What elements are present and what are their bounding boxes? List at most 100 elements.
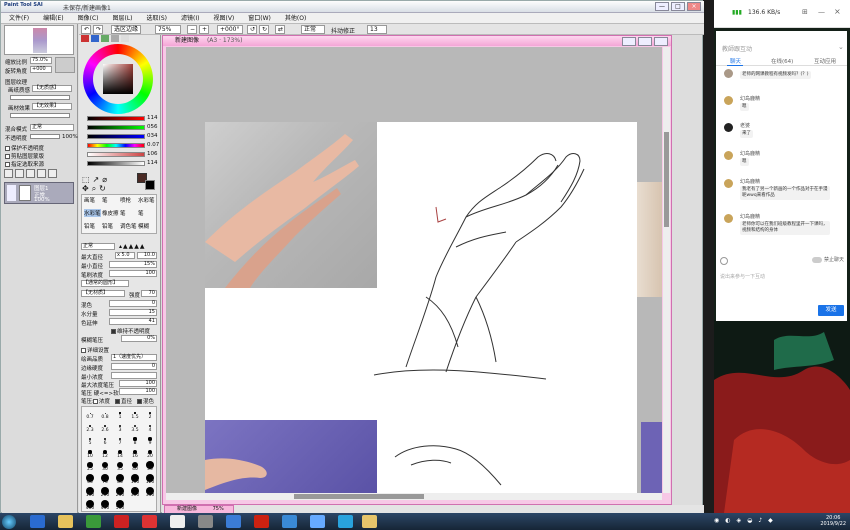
- brush-size-preset[interactable]: 300: [128, 486, 142, 498]
- pressure-blend-checkbox[interactable]: 混色: [137, 397, 154, 405]
- paper-texture-slider[interactable]: [10, 95, 70, 100]
- detail-settings-toggle[interactable]: 详细设置: [81, 346, 109, 354]
- texture-strength-value[interactable]: 70: [141, 290, 157, 297]
- zoom-in-icon[interactable]: +: [199, 25, 209, 34]
- minimize-button[interactable]: —: [655, 2, 669, 11]
- blend-mode-select[interactable]: 正常: [30, 124, 74, 131]
- brush-size-preset[interactable]: 8: [128, 434, 142, 446]
- select-edge-toggle[interactable]: 选区边缘: [111, 25, 141, 34]
- menu-other[interactable]: 其他(O): [285, 13, 306, 23]
- min-size-slider[interactable]: 15%: [109, 261, 157, 268]
- brush-size-preset[interactable]: 10: [83, 447, 97, 459]
- brush-size-preset[interactable]: 12: [98, 447, 112, 459]
- tray-icons[interactable]: ◉◐◈◒♪◆: [714, 517, 779, 524]
- netease-icon[interactable]: [254, 515, 269, 528]
- brush-size-preset[interactable]: 1.5: [128, 408, 142, 420]
- brush-size-preset[interactable]: 30: [98, 460, 112, 472]
- brush-shape-select[interactable]: 【通常的圆形】: [81, 280, 129, 287]
- quick-tools[interactable]: ⬚↗⌀ ✥⌕↻: [82, 175, 134, 193]
- brush-size-preset[interactable]: 3.5: [128, 421, 142, 433]
- color-wheel-icon[interactable]: [81, 35, 89, 42]
- brush-size-preset[interactable]: 50: [143, 460, 157, 472]
- rgb-slider-icon[interactable]: [91, 35, 99, 42]
- brush-size-preset[interactable]: 250: [113, 486, 127, 498]
- density-slider[interactable]: 100: [109, 270, 157, 277]
- horizontal-scroll-thumb[interactable]: [294, 494, 424, 499]
- brush-size-preset[interactable]: 80: [113, 473, 127, 485]
- pressure-density-checkbox[interactable]: 浓度: [93, 397, 110, 405]
- brush-size-preset[interactable]: 20: [143, 447, 157, 459]
- vertical-scrollbar[interactable]: [663, 47, 670, 493]
- tool-blur[interactable]: 模糊: [138, 222, 149, 230]
- brush-size-preset[interactable]: 6: [98, 434, 112, 446]
- tool-pen[interactable]: 笔: [102, 196, 108, 204]
- selection-source-checkbox[interactable]: 指定选取来源: [5, 160, 44, 168]
- emoji-icon[interactable]: [720, 257, 728, 265]
- brush-size-preset[interactable]: 2.3: [83, 421, 97, 433]
- paper-effect-select[interactable]: 【无效果】: [32, 103, 72, 110]
- blue-slider[interactable]: [87, 134, 145, 139]
- brush-shape-icons[interactable]: ▴▲▲▲▲: [119, 243, 157, 250]
- menu-view[interactable]: 视图(V): [213, 13, 234, 23]
- brush-size-preset[interactable]: 400: [83, 499, 97, 511]
- canvas-close-button[interactable]: [654, 37, 668, 46]
- menu-edit[interactable]: 编辑(E): [43, 13, 63, 23]
- navigator-angle-field[interactable]: +000: [30, 66, 52, 73]
- brush-size-preset[interactable]: 0.8: [98, 408, 112, 420]
- paper-effect-slider[interactable]: [10, 113, 70, 118]
- tool-watercolor[interactable]: 水彩笔: [138, 196, 155, 204]
- min-density-slider[interactable]: [111, 372, 157, 379]
- brush-size-preset[interactable]: 1: [113, 408, 127, 420]
- undo-button[interactable]: ↶: [81, 25, 91, 34]
- flip-icon[interactable]: ⇄: [275, 25, 285, 34]
- mute-toggle[interactable]: [812, 257, 822, 263]
- quality-select[interactable]: 1（速度优先）: [111, 354, 157, 361]
- tab-chat[interactable]: 聊天: [730, 57, 741, 65]
- menu-window[interactable]: 窗口(W): [248, 13, 271, 23]
- chat-input[interactable]: 说出来参与一下互动: [720, 273, 765, 280]
- minimize-chat-icon[interactable]: —: [818, 8, 825, 16]
- pin-icon[interactable]: ⊞: [802, 8, 808, 16]
- tool-pen-3[interactable]: 笔: [138, 209, 144, 217]
- value-slider[interactable]: [87, 161, 145, 166]
- protect-opacity-checkbox[interactable]: 保护不透明度: [5, 144, 44, 152]
- mode-select[interactable]: 正常: [301, 25, 325, 34]
- scratchpad-icon[interactable]: [121, 35, 129, 42]
- brush-size-preset[interactable]: 2: [143, 408, 157, 420]
- merge-layer-icon[interactable]: [37, 169, 46, 178]
- brush-size-preset[interactable]: 120: [143, 473, 157, 485]
- brush-size-preset[interactable]: 7: [113, 434, 127, 446]
- layer-row[interactable]: 图层1 正常 100%: [4, 182, 74, 204]
- stabilizer-select[interactable]: 13: [367, 25, 387, 34]
- brush-texture-select[interactable]: 【无材质】: [81, 290, 125, 297]
- sai-task-icon[interactable]: [362, 515, 377, 528]
- rotate-right-icon[interactable]: ↻: [259, 25, 269, 34]
- delete-layer-icon[interactable]: [48, 169, 57, 178]
- swirl-icon[interactable]: [282, 515, 297, 528]
- background-color-swatch[interactable]: [145, 180, 155, 190]
- horizontal-scrollbar[interactable]: [166, 493, 662, 500]
- navigator-preview[interactable]: [4, 25, 74, 55]
- qq-icon[interactable]: [170, 515, 185, 528]
- swatches-icon[interactable]: [111, 35, 119, 42]
- close-chat-icon[interactable]: ×: [834, 7, 841, 16]
- bird-icon[interactable]: [310, 515, 325, 528]
- flash-icon[interactable]: [114, 515, 129, 528]
- tool-pen-2[interactable]: 笔: [120, 209, 126, 217]
- rotate-left-icon[interactable]: ↺: [247, 25, 257, 34]
- green-slider[interactable]: [87, 125, 145, 130]
- e-icon[interactable]: [338, 515, 353, 528]
- window-icon[interactable]: [198, 515, 213, 528]
- menu-layer[interactable]: 图层(L): [113, 13, 133, 23]
- menu-image[interactable]: 图像(C): [78, 13, 99, 23]
- edge-hardness-slider[interactable]: 0: [111, 363, 157, 370]
- brush-size-preset[interactable]: 4: [143, 421, 157, 433]
- send-button[interactable]: 发送: [818, 305, 844, 316]
- start-button-icon[interactable]: [2, 515, 16, 529]
- copy-layer-icon[interactable]: [26, 169, 35, 178]
- pressure-size-checkbox[interactable]: 直径: [115, 397, 132, 405]
- brush-size-preset[interactable]: 2.6: [98, 421, 112, 433]
- red-slider[interactable]: [87, 116, 145, 121]
- max-size-multiplier[interactable]: x 5.0: [115, 252, 135, 259]
- brush-size-preset[interactable]: 3: [113, 421, 127, 433]
